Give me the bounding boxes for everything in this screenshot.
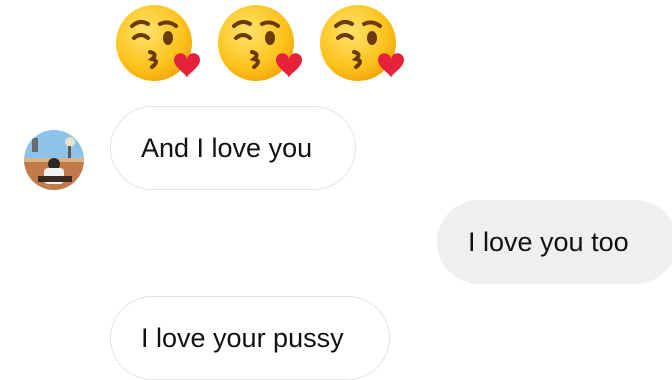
avatar-photo [24, 130, 84, 190]
face-blowing-kiss-icon [316, 2, 406, 84]
message-bubble-outgoing[interactable]: I love you too [437, 200, 672, 284]
message-text: And I love you [141, 132, 313, 163]
face-blowing-kiss-icon [214, 2, 304, 84]
message-text: I love your pussy [141, 322, 344, 353]
emoji-message[interactable] [112, 2, 406, 84]
avatar[interactable] [24, 130, 84, 190]
message-bubble-incoming[interactable]: And I love you [110, 106, 356, 190]
message-bubble-incoming[interactable]: I love your pussy [110, 296, 390, 380]
message-text: I love you too [468, 226, 629, 257]
face-blowing-kiss-icon [112, 2, 202, 84]
